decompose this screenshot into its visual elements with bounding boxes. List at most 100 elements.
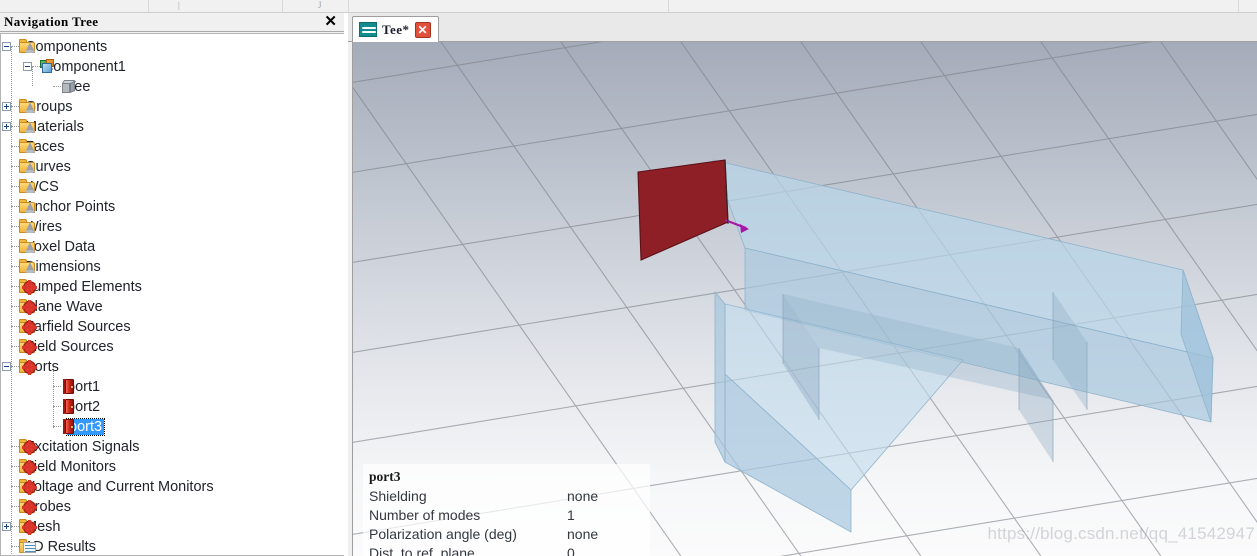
info-key: Dist. to ref. plane (369, 545, 475, 556)
collapse-icon[interactable] (23, 62, 32, 71)
tree-item-curves[interactable]: Curves (1, 157, 344, 177)
tree-item-voxel-data[interactable]: Voxel Data (1, 237, 344, 257)
tree-root: Components component1 Tee Groups Materials Fa… (1, 34, 344, 555)
folder-geometry-icon (19, 119, 36, 134)
tab-tee[interactable]: Tee* ✕ (352, 16, 439, 42)
tree-item-1d-results[interactable]: 1D Results (1, 537, 344, 555)
info-rows: Shielding none Number of modes 1 Polarizatio… (369, 487, 644, 556)
info-value: 0 (567, 545, 575, 556)
folder-geometry-icon (19, 259, 36, 274)
tree-item-field-sources[interactable]: Field Sources (1, 337, 344, 357)
port-door-icon (61, 379, 78, 394)
info-row: Number of modes 1 (369, 506, 644, 525)
tree-item-farfield-sources[interactable]: Farfield Sources (1, 317, 344, 337)
expand-icon[interactable] (2, 522, 11, 531)
info-key: Shielding (369, 488, 427, 504)
tree-item-component1[interactable]: component1 (1, 57, 344, 77)
tree-item-plane-wave[interactable]: Plane Wave (1, 297, 344, 317)
info-row: Dist. to ref. plane 0 (369, 544, 644, 556)
tree-item-label: Voltage and Current Monitors (25, 479, 214, 495)
tab-label: Tee* (382, 21, 410, 37)
tree-item-label: Dimensions (25, 259, 101, 275)
tree-item-ports[interactable]: Ports (1, 357, 344, 377)
collapse-icon[interactable] (2, 42, 11, 51)
tree-item-label: Lumped Elements (25, 279, 142, 295)
folder-geometry-icon (19, 139, 36, 154)
folder-geometry-icon (19, 99, 36, 114)
folder-geometry-icon (19, 39, 36, 54)
toolbar-separator (1238, 0, 1239, 12)
tree-item-materials[interactable]: Materials (1, 117, 344, 137)
folder-simulation-icon (19, 299, 37, 315)
tree-item-wires[interactable]: Wires (1, 217, 344, 237)
tree-item-faces[interactable]: Faces (1, 137, 344, 157)
tree-item-wcs[interactable]: WCS (1, 177, 344, 197)
folder-simulation-icon (19, 479, 37, 495)
info-value: none (567, 526, 599, 542)
tree-item-label: Components (25, 39, 108, 55)
info-key: Polarization angle (deg) (369, 526, 517, 542)
info-title: port3 (369, 469, 401, 484)
folder-simulation-icon (19, 319, 37, 335)
tree-item-label: Excitation Signals (25, 439, 140, 455)
navigation-tree-header: Navigation Tree ✕ (0, 13, 344, 32)
expand-icon[interactable] (2, 102, 11, 111)
tree-item-port1[interactable]: port1 (1, 377, 344, 397)
folder-geometry-icon (19, 239, 36, 254)
wave-icon (359, 22, 377, 37)
folder-simulation-icon (19, 339, 37, 355)
folder-geometry-icon (19, 199, 36, 214)
toolbar-separator (668, 0, 669, 12)
tree-item-groups[interactable]: Groups (1, 97, 344, 117)
model-view-panel: Tee* ✕ port3 Shielding none Number of mo… (348, 13, 1257, 556)
folder-simulation-icon (19, 519, 37, 535)
folder-simulation-icon (19, 459, 37, 475)
tree-item-voltage-and-current-monitors[interactable]: Voltage and Current Monitors (1, 477, 344, 497)
cst-application-window: | J Navigation Tree ✕ Components componen… (0, 0, 1257, 556)
tree-item-label: Farfield Sources (25, 319, 131, 335)
toolbar-separator (348, 0, 349, 12)
folder-simulation-icon (19, 439, 37, 455)
port-info-overlay: port3 Shielding none Number of modes 1 Polar… (363, 464, 650, 556)
tree-item-label: Field Sources (25, 339, 114, 355)
info-value: none (567, 488, 599, 504)
tree-item-dimensions[interactable]: Dimensions (1, 257, 344, 277)
3d-viewport[interactable]: port3 Shielding none Number of modes 1 Polar… (352, 42, 1257, 556)
folder-geometry-icon (19, 159, 36, 174)
tree-item-lumped-elements[interactable]: Lumped Elements (1, 277, 344, 297)
tree-item-mesh[interactable]: Mesh (1, 517, 344, 537)
info-value: 1 (567, 507, 575, 523)
tree-item-port3[interactable]: port3 (1, 417, 344, 437)
toolbar-separator (282, 0, 283, 12)
folder-simulation-icon (19, 279, 37, 295)
info-key: Number of modes (369, 507, 481, 523)
folder-geometry-icon (19, 179, 36, 194)
folder-results-icon (19, 539, 36, 554)
tree-item-anchor-points[interactable]: Anchor Points (1, 197, 344, 217)
tree-item-label: component1 (46, 59, 126, 75)
close-icon[interactable]: ✕ (414, 21, 431, 38)
tree-item-excitation-signals[interactable]: Excitation Signals (1, 437, 344, 457)
collapse-icon[interactable] (2, 362, 11, 371)
tree-item-tee[interactable]: Tee (1, 77, 344, 97)
navigation-tree-panel: Navigation Tree ✕ Components component1 Te… (0, 13, 344, 556)
toolbar-separator (148, 0, 149, 12)
close-icon[interactable]: ✕ (324, 14, 337, 30)
tree-item-field-monitors[interactable]: Field Monitors (1, 457, 344, 477)
toolbar-strip: | J (0, 0, 1257, 13)
expand-icon[interactable] (2, 122, 11, 131)
info-row: Shielding none (369, 487, 644, 506)
folder-simulation-icon (19, 359, 37, 375)
tree-item-probes[interactable]: Probes (1, 497, 344, 517)
tree-item-label: Field Monitors (25, 459, 117, 475)
port-door-icon (61, 419, 78, 434)
component-cube-icon (40, 59, 57, 74)
toolbar-ghost-mark: J (318, 0, 322, 10)
folder-simulation-icon (19, 499, 37, 515)
port-door-icon (61, 399, 78, 414)
info-row: Polarization angle (deg) none (369, 525, 644, 544)
tree-item-label: Anchor Points (25, 199, 116, 215)
tree-item-port2[interactable]: port2 (1, 397, 344, 417)
tree-item-components[interactable]: Components (1, 37, 344, 57)
navigation-tree-body[interactable]: Components component1 Tee Groups Materials Fa… (0, 33, 344, 556)
